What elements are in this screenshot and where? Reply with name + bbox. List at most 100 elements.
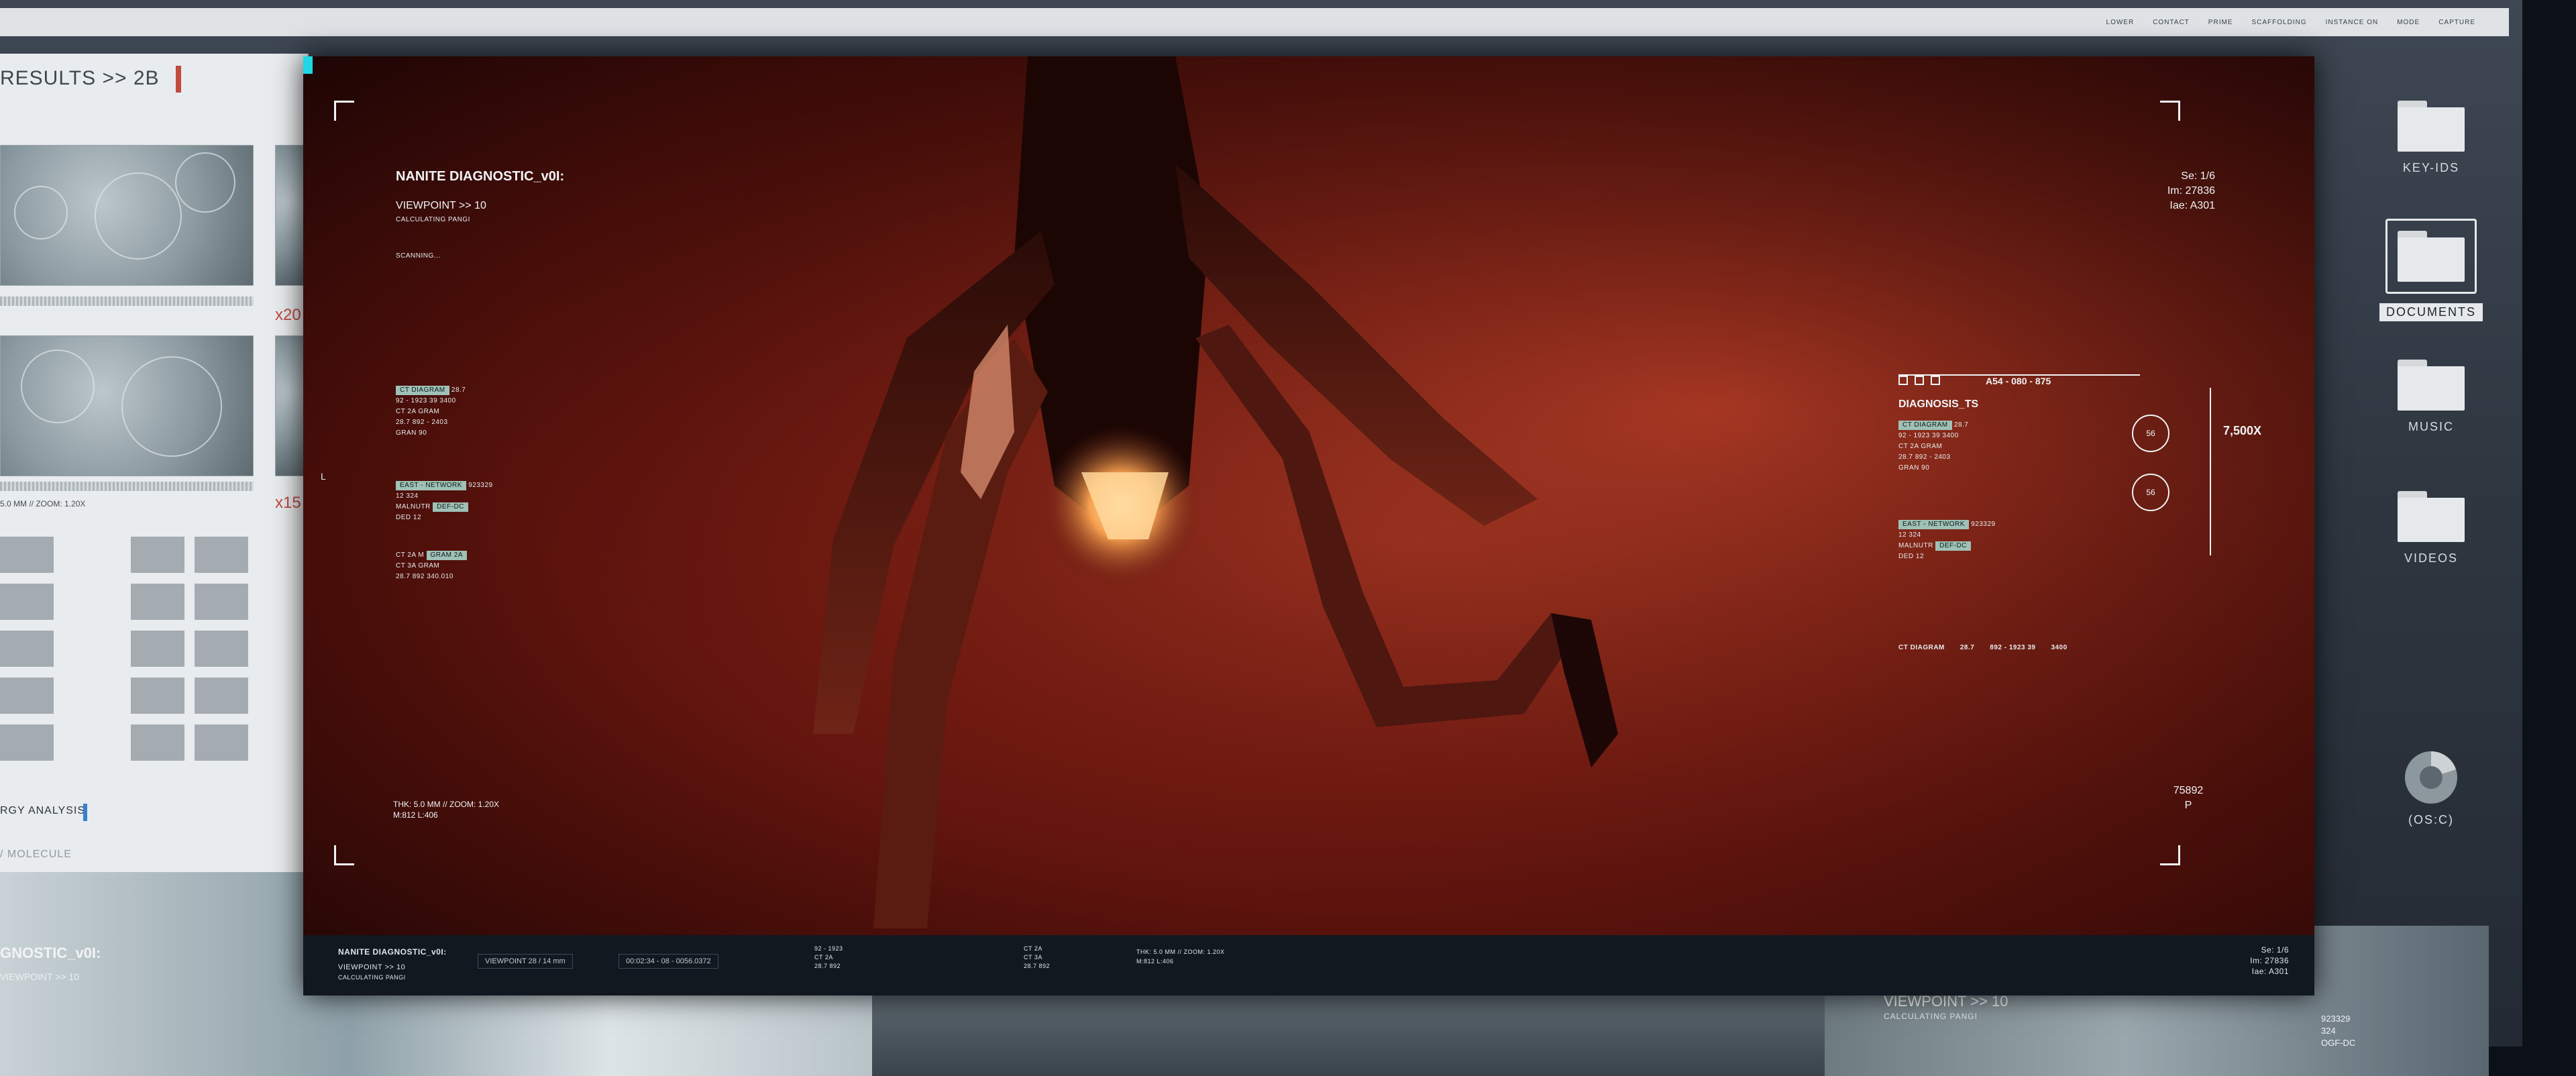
nanite-image bbox=[303, 56, 2314, 935]
scale-label: 5.0 MM // ZOOM: 1.20X bbox=[0, 499, 86, 508]
results-title-accent bbox=[176, 66, 181, 93]
hud-tag: GRAM 2A bbox=[426, 551, 468, 560]
topbar-item-contact[interactable]: CONTACT bbox=[2153, 19, 2190, 26]
cell-thumbnail[interactable] bbox=[0, 145, 254, 286]
desktop-icon-documents[interactable]: DOCUMENTS bbox=[2371, 219, 2491, 321]
topbar-item-lower[interactable]: LOWER bbox=[2106, 19, 2135, 26]
hud-title: NANITE DIAGNOSTIC_v0I: bbox=[396, 169, 565, 184]
hud-frame-counter: 75892 P bbox=[2168, 784, 2208, 813]
energy-analysis-label: RGY ANALYSIS bbox=[0, 805, 86, 816]
data-tile bbox=[195, 678, 248, 714]
viewpoint-box[interactable]: VIEWPOINT 28 / 14 mm bbox=[478, 954, 573, 969]
data-tile bbox=[195, 584, 248, 620]
toolbar-icon[interactable] bbox=[1898, 376, 1908, 385]
toolbar-icon[interactable] bbox=[1914, 376, 1924, 385]
diagnosis-row: CT DIAGRAM 28.7 892 - 1923 39 3400 bbox=[1898, 643, 2068, 653]
bar-line: 28.7 892 bbox=[814, 963, 841, 969]
gauge-ring: 56 bbox=[2132, 415, 2169, 452]
topbar-item-mode[interactable]: MODE bbox=[2397, 19, 2420, 26]
topbar-item-scaffolding[interactable]: SCAFFOLDING bbox=[2251, 19, 2306, 26]
desktop-icon-key-ids[interactable]: KEY-IDS bbox=[2371, 101, 2491, 175]
bar-stats: CT 2A CT 3A 28.7 892 bbox=[1024, 945, 1050, 971]
data-tile bbox=[131, 724, 184, 761]
hud-line: CT 2A GRAM bbox=[1898, 443, 1943, 450]
hud-viewpoint: VIEWPOINT >> 10 bbox=[396, 200, 486, 211]
topbar-item-instance[interactable]: INSTANCE ON bbox=[2326, 19, 2379, 26]
selection-frame bbox=[2385, 219, 2477, 294]
hud-cell: 3400 bbox=[2051, 644, 2068, 651]
hud-magnification: M:812 L:406 bbox=[393, 810, 438, 820]
topbar-item-capture[interactable]: CAPTURE bbox=[2438, 19, 2475, 26]
frame-corner bbox=[2160, 101, 2180, 121]
stat-value: 324 bbox=[2321, 1026, 2336, 1036]
hud-line: 75892 bbox=[2173, 785, 2204, 796]
hud-line: MALNUTR bbox=[396, 503, 431, 510]
bar-stats: 92 - 1923 CT 2A 28.7 892 bbox=[814, 945, 843, 971]
data-tile bbox=[195, 631, 248, 667]
bottom-left-subtitle: VIEWPOINT >> 10 bbox=[0, 971, 80, 982]
disk-usage-icon bbox=[2405, 751, 2457, 804]
bottom-right-calculating: CALCULATING PANGI bbox=[1884, 1012, 1978, 1021]
diagnostic-window[interactable]: NANITE DIAGNOSTIC_v0I: VIEWPOINT >> 10 C… bbox=[303, 56, 2314, 996]
hud-line: 12 324 bbox=[1898, 531, 1921, 539]
desktop-icon-music[interactable]: MUSIC bbox=[2371, 360, 2491, 434]
desktop-icon-videos[interactable]: VIDEOS bbox=[2371, 491, 2491, 566]
desktop-icon-label: KEY-IDS bbox=[2402, 161, 2460, 174]
hud-data-block: CT 2A M GRAM 2A CT 3A GRAM 28.7 892 340.… bbox=[396, 550, 468, 582]
hud-line: CT 3A GRAM bbox=[396, 562, 440, 570]
window-accent-marker bbox=[303, 56, 313, 74]
bar-line: 28.7 892 bbox=[1024, 963, 1051, 969]
toolbar-icon[interactable] bbox=[1930, 376, 1940, 385]
hud-cell: 892 - 1923 39 bbox=[1990, 644, 2036, 651]
hud-line: 92 - 1923 39 3400 bbox=[1898, 432, 1959, 439]
bar-line: Iae: A301 bbox=[2251, 967, 2289, 976]
scale-strip bbox=[0, 297, 254, 306]
data-tile bbox=[131, 678, 184, 714]
hud-line: CT 2A GRAM bbox=[396, 408, 440, 415]
bar-calculating: CALCULATING PANGI bbox=[338, 974, 406, 981]
bar-line: CT 3A bbox=[1024, 954, 1042, 961]
hud-calculating: CALCULATING PANGI bbox=[396, 216, 470, 223]
hud-data-block: CT DIAGRAM 28.7 92 - 1923 39 3400 CT 2A … bbox=[396, 385, 466, 439]
hud-line: Im: 27836 bbox=[2167, 185, 2215, 197]
frame-corner bbox=[334, 101, 354, 121]
desktop-icon-label: (OS:C) bbox=[2408, 813, 2454, 826]
microscope-viewport[interactable]: NANITE DIAGNOSTIC_v0I: VIEWPOINT >> 10 C… bbox=[303, 56, 2314, 935]
hud-tag: DEF-DC bbox=[1935, 541, 1971, 551]
desktop-icon-label: DOCUMENTS bbox=[2379, 303, 2483, 321]
desktop-icon-label: MUSIC bbox=[2408, 420, 2454, 433]
desktop-icon-label: VIDEOS bbox=[2404, 551, 2459, 565]
bar-line: CT 2A bbox=[814, 954, 833, 961]
bar-line: Se: 1/6 bbox=[2261, 945, 2289, 955]
folder-icon bbox=[2398, 231, 2465, 282]
hud-line: P bbox=[2184, 800, 2192, 811]
cell-thumbnail[interactable] bbox=[0, 335, 254, 476]
hud-line: DED 12 bbox=[1898, 553, 1925, 560]
bar-title: NANITE DIAGNOSTIC_v0I: bbox=[338, 947, 447, 957]
topbar-item-prime[interactable]: PRIME bbox=[2208, 19, 2233, 26]
results-title: RESULTS >> 2B bbox=[0, 67, 160, 89]
hud-scale: THK: 5.0 MM // ZOOM: 1.20X bbox=[393, 800, 500, 809]
data-tile bbox=[0, 724, 54, 761]
frame-corner bbox=[2160, 845, 2180, 865]
data-tile bbox=[0, 584, 54, 620]
diagnosis-block: EAST - NETWORK 923329 12 324 MALNUTR DEF… bbox=[1898, 519, 1996, 562]
hud-line: MALNUTR bbox=[1898, 542, 1933, 549]
timecode-box[interactable]: 00:02:34 - 08 - 0056.0372 bbox=[619, 954, 718, 969]
bottom-center-window[interactable] bbox=[872, 993, 1825, 1076]
stat-value: 923329 bbox=[2321, 1014, 2351, 1024]
gauge-value: 56 bbox=[2146, 488, 2155, 497]
data-tile bbox=[131, 584, 184, 620]
diagnosis-title: DIAGNOSIS_TS bbox=[1898, 398, 1979, 410]
desktop-icon-os-drive[interactable]: (OS:C) bbox=[2371, 751, 2491, 827]
hud-scanning: SCANNING... bbox=[396, 252, 441, 260]
bar-series-info: Se: 1/6 Im: 27836 Iae: A301 bbox=[2235, 945, 2289, 977]
hud-line: 28.7 892 - 2403 bbox=[1898, 453, 1951, 461]
hud-line: Iae: A301 bbox=[2169, 200, 2215, 211]
folder-icon bbox=[2398, 491, 2465, 542]
zoom-readout: 7,500X bbox=[2223, 424, 2262, 437]
bar-line: 92 - 1923 bbox=[814, 945, 843, 952]
data-tile bbox=[0, 631, 54, 667]
hud-line: GRAN 90 bbox=[1898, 464, 1930, 472]
hud-line: DED 12 bbox=[396, 514, 422, 521]
